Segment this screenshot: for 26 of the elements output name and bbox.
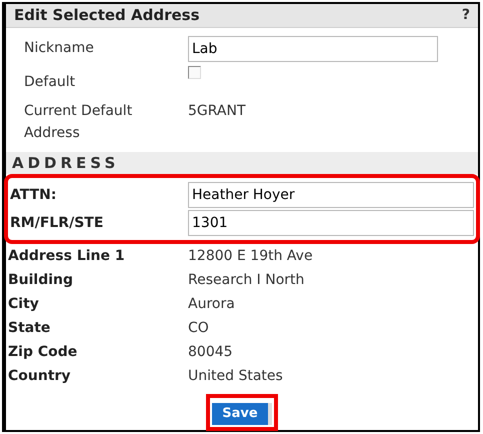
save-button[interactable]: Save [212, 402, 272, 425]
field-label: Current Default Address [24, 102, 134, 142]
field-value: 80045 [188, 342, 233, 362]
help-button[interactable]: ? [462, 4, 470, 26]
field-label: Building [8, 270, 74, 290]
field-value: Aurora [188, 294, 235, 314]
nickname-field[interactable]: Lab [188, 36, 438, 62]
section-title: ADDRESS [12, 152, 120, 174]
field-value: Research I North [188, 270, 304, 290]
dialog-title: Edit Selected Address [14, 5, 200, 26]
text-field[interactable]: 1301 [188, 210, 474, 236]
field-value: United States [188, 366, 283, 386]
field-label: City [8, 294, 40, 314]
field-value: CO [188, 318, 209, 338]
field-label: Zip Code [8, 342, 78, 362]
field-label: Default [24, 72, 76, 92]
field-label: Nickname [24, 39, 95, 58]
field-label: Country [8, 366, 72, 386]
default-checkbox[interactable] [188, 66, 201, 78]
text-field[interactable]: Heather Hoyer [188, 182, 474, 208]
field-label: State [8, 318, 52, 338]
field-label: Address Line 1 [8, 246, 126, 266]
field-value: 5GRANT [188, 102, 246, 120]
field-label: RM/FLR/STE [10, 214, 104, 232]
field-value: 12800 E 19th Ave [188, 246, 313, 266]
field-label: ATTN: [10, 186, 58, 204]
